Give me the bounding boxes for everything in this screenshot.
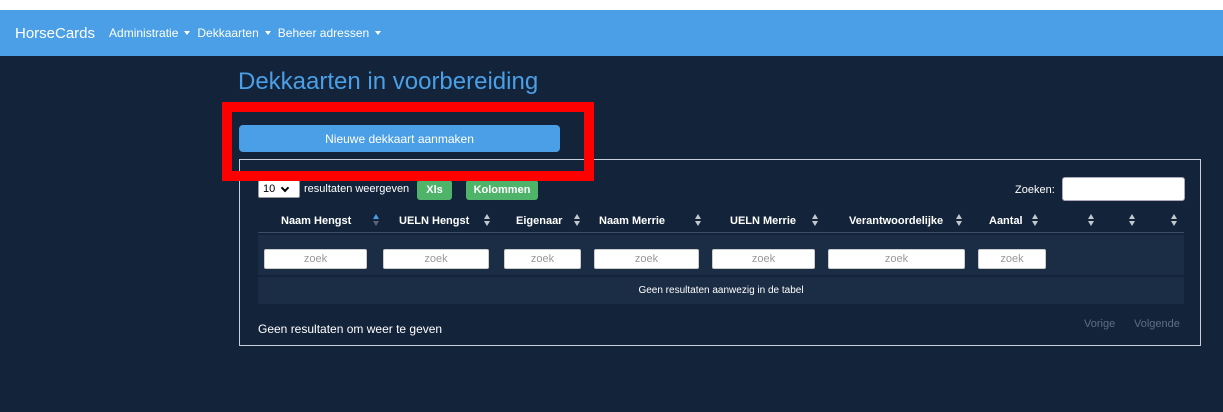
column-header-naam-merrie[interactable]: Naam Merrie bbox=[599, 209, 665, 233]
filter-naam-hengst-input[interactable]: zoek bbox=[264, 249, 367, 269]
app-frame: HorseCards Administratie Dekkaarten Behe… bbox=[0, 10, 1223, 412]
sort-icon[interactable] bbox=[574, 212, 582, 228]
column-header-naam-hengst[interactable]: Naam Hengst bbox=[281, 209, 351, 233]
search-label: Zoeken: bbox=[1015, 184, 1055, 196]
sort-icon[interactable] bbox=[484, 212, 492, 228]
filter-row: zoek zoek zoek zoek zoek zoek zoek bbox=[258, 235, 1184, 275]
column-header-label: Naam Hengst bbox=[281, 215, 352, 227]
nav-menu-label: Dekkaarten bbox=[197, 26, 259, 40]
nav-menu-label: Beheer adressen bbox=[277, 26, 370, 40]
filter-eigenaar-input[interactable]: zoek bbox=[504, 249, 581, 269]
table-panel: 10 resultaten weergeven Xls Kolommen Zoe… bbox=[239, 159, 1201, 346]
column-header-ueln-hengst[interactable]: UELN Hengst bbox=[399, 209, 469, 233]
filter-naam-merrie-input[interactable]: zoek bbox=[594, 249, 699, 269]
sort-icon[interactable] bbox=[695, 212, 703, 228]
sort-icon[interactable] bbox=[1171, 212, 1179, 228]
navbar: HorseCards Administratie Dekkaarten Behe… bbox=[0, 10, 1223, 56]
column-header-eigenaar[interactable]: Eigenaar bbox=[516, 209, 562, 233]
pagination-previous[interactable]: Vorige bbox=[1084, 318, 1115, 330]
filter-ueln-merrie-input[interactable]: zoek bbox=[712, 249, 815, 269]
new-dekkaart-button[interactable]: Nieuwe dekkaart aanmaken bbox=[239, 125, 560, 152]
filter-aantal-input[interactable]: zoek bbox=[978, 249, 1046, 269]
column-header-label: Eigenaar bbox=[516, 215, 563, 227]
table-info: Geen resultaten om weer te geven bbox=[258, 322, 443, 336]
nav-menu-label: Administratie bbox=[109, 26, 179, 40]
filter-ueln-hengst-input[interactable]: zoek bbox=[383, 249, 489, 269]
sort-icon[interactable] bbox=[1129, 212, 1137, 228]
column-header-label: Verantwoordelijke bbox=[849, 215, 944, 227]
page-title: Dekkaarten in voorbereiding bbox=[238, 68, 539, 95]
nav-menu-beheer-adressen[interactable]: Beheer adressen bbox=[277, 26, 382, 40]
column-header-verantwoordelijke[interactable]: Verantwoordelijke bbox=[849, 209, 943, 233]
brand-logo[interactable]: HorseCards bbox=[15, 25, 95, 42]
pagination-next[interactable]: Volgende bbox=[1134, 318, 1180, 330]
filter-verantwoordelijke-input[interactable]: zoek bbox=[828, 249, 965, 269]
columns-button[interactable]: Kolommen bbox=[466, 180, 538, 200]
sort-ascending-icon[interactable] bbox=[373, 212, 381, 228]
sort-icon[interactable] bbox=[956, 212, 964, 228]
caret-down-icon bbox=[264, 31, 271, 35]
caret-down-icon bbox=[375, 31, 382, 35]
chevron-down-icon bbox=[281, 183, 290, 192]
nav-menu-dekkaarten[interactable]: Dekkaarten bbox=[197, 26, 271, 40]
search-input[interactable] bbox=[1062, 177, 1185, 201]
export-xls-button[interactable]: Xls bbox=[417, 180, 452, 200]
sort-icon[interactable] bbox=[812, 212, 820, 228]
page-length-label: resultaten weergeven bbox=[304, 183, 410, 195]
sort-icon[interactable] bbox=[1032, 212, 1040, 228]
column-header-label: Naam Merrie bbox=[599, 215, 666, 227]
column-header-label: UELN Merrie bbox=[730, 215, 797, 227]
page-length-select[interactable]: 10 bbox=[258, 180, 300, 198]
page-length-value: 10 bbox=[263, 183, 276, 195]
caret-down-icon bbox=[184, 31, 191, 35]
empty-table-message: Geen resultaten aanwezig in de tabel bbox=[258, 277, 1184, 304]
column-header-label: UELN Hengst bbox=[399, 215, 470, 227]
sort-icon[interactable] bbox=[1088, 212, 1096, 228]
column-header-label: Aantal bbox=[989, 215, 1023, 227]
column-header-aantal[interactable]: Aantal bbox=[989, 209, 1023, 233]
table-header: Naam Hengst UELN Hengst Eigenaar Naam Me… bbox=[258, 209, 1184, 233]
nav-menu-administratie[interactable]: Administratie bbox=[109, 26, 191, 40]
column-header-ueln-merrie[interactable]: UELN Merrie bbox=[730, 209, 796, 233]
